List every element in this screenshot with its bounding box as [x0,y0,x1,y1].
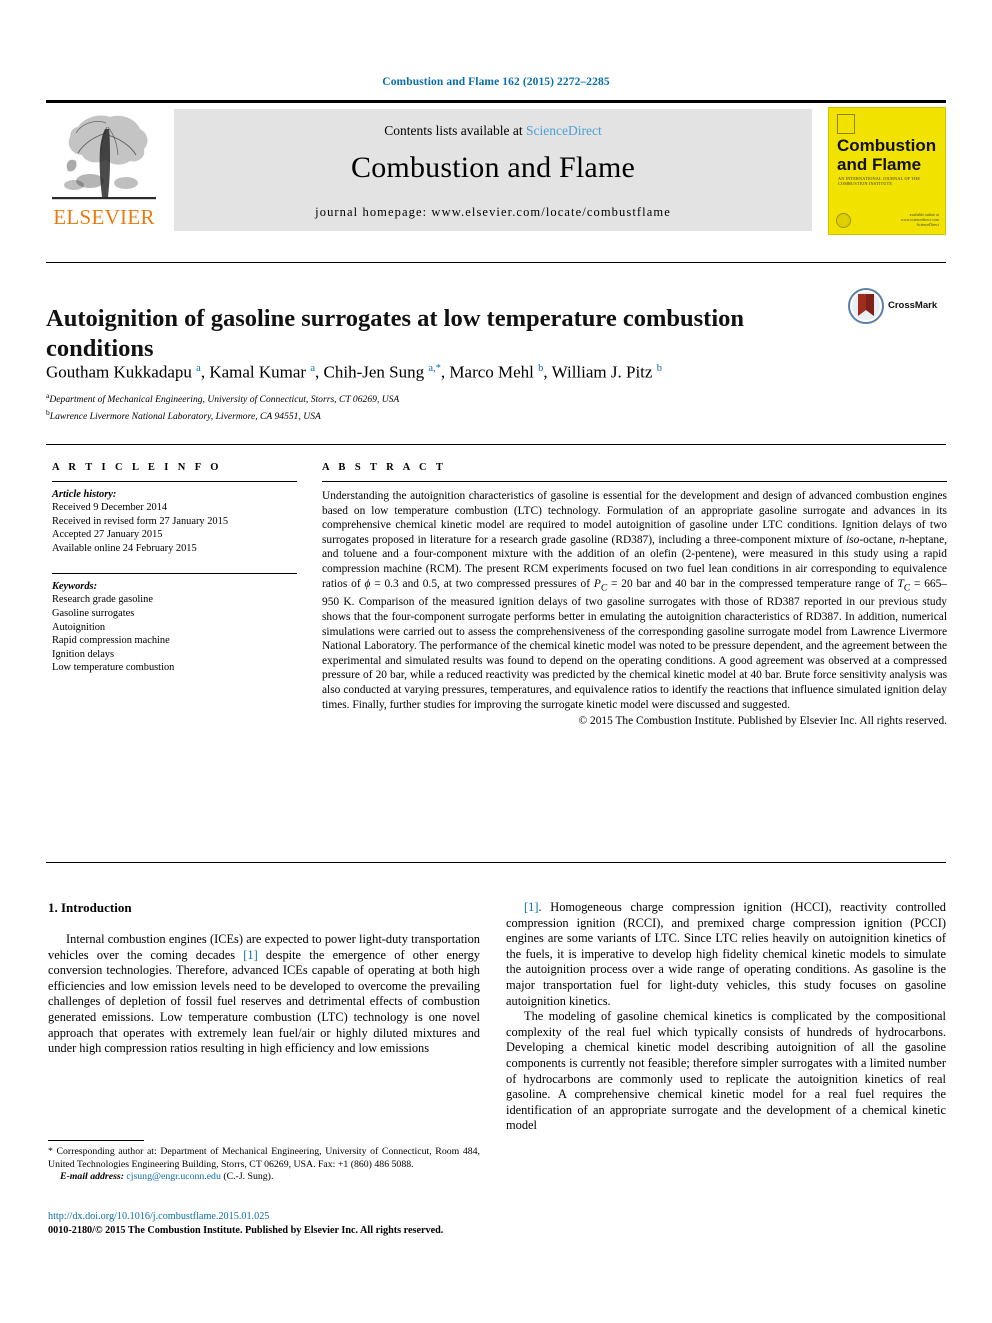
cover-elsevier-mark-icon [837,114,855,134]
journal-title: Combustion and Flame [351,151,635,184]
contents-line: Contents lists available at ScienceDirec… [174,123,812,139]
affiliation-a: aDepartment of Mechanical Engineering, U… [46,391,400,406]
panel-bottom-divider [46,862,946,863]
panel-top-divider [46,444,946,445]
cover-title-line1: Combustion [837,136,937,155]
title-divider [46,262,946,263]
issn-copyright: 0010-2180/© 2015 The Combustion Institut… [48,1224,444,1236]
cover-title: Combustion and Flame [837,136,936,174]
cover-footer: available online at www.sciencedirect.co… [900,212,939,227]
affiliations: aDepartment of Mechanical Engineering, U… [46,390,936,423]
paragraph: [1]. Homogeneous charge compression igni… [506,900,946,1008]
article-info-rule [52,481,297,482]
paragraph: Internal combustion engines (ICEs) are e… [48,932,480,1056]
journal-masthead: ELSEVIER Contents lists available at Sci… [46,100,946,235]
list-item: Available online 24 February 2015 [52,542,197,554]
list-item: Low temperature combustion [52,662,175,674]
list-item: Gasoline surrogates [52,607,135,619]
footnote-block: * Corresponding author at: Department of… [48,1146,480,1184]
abstract-copyright: © 2015 The Combustion Institute. Publish… [578,715,947,728]
body-column-left: 1. Introduction Internal combustion engi… [48,900,480,1057]
body-column-right: [1]. Homogeneous charge compression igni… [506,900,946,1134]
article-info-column: A R T I C L E I N F O Article history: R… [52,462,297,675]
abstract-text: Understanding the autoignition character… [322,490,947,711]
list-item: Received 9 December 2014 [52,502,168,513]
list-item: Accepted 27 January 2015 [52,529,163,541]
cover-title-line2: and Flame [837,155,922,174]
abstract-column: A B S T R A C T Understanding the autoig… [322,462,947,729]
keywords-label: Keywords: [52,581,98,593]
paragraph: The modeling of gasoline chemical kineti… [506,1009,946,1133]
journal-homepage[interactable]: journal homepage: www.elsevier.com/locat… [174,205,812,220]
footnote-divider [48,1140,144,1141]
crossmark-label: CrossMark [888,300,938,311]
crossmark-badge[interactable]: CrossMark [848,288,948,328]
page-title: Autoignition of gasoline surrogates at l… [46,305,744,363]
list-item: Research grade gasoline [52,594,153,606]
affiliation-b: bLawrence Livermore National Laboratory,… [46,407,321,422]
article-page: Combustion and Flame 162 (2015) 2272–228… [0,0,992,1323]
list-item: Received in revised form 27 January 2015 [52,515,229,527]
email-owner: (C.-J. Sung). [223,1171,274,1183]
doi-link[interactable]: http://dx.doi.org/10.1016/j.combustflame… [48,1210,588,1224]
article-history-label: Article history: [52,489,117,500]
section-heading-introduction: 1. Introduction [48,900,132,915]
article-history-list: Received 9 December 2014 Received in rev… [52,501,297,555]
cover-subtitle: AN INTERNATIONAL JOURNAL OF THE COMBUSTI… [838,176,921,186]
keywords-rule [52,573,297,575]
email-note: E-mail address: cjsung@engr.uconn.edu (C… [48,1171,480,1184]
crossmark-icon [848,288,884,324]
elsevier-wordmark: ELSEVIER [53,205,155,229]
abstract-heading: A B S T R A C T [322,462,447,473]
list-item: Autoignition [52,621,106,633]
journal-cover-thumbnail: Combustion and Flame AN INTERNATIONAL JO… [828,107,946,235]
doi-block: http://dx.doi.org/10.1016/j.combustflame… [48,1210,588,1237]
running-head: Combustion and Flame 162 (2015) 2272–228… [382,76,610,88]
masthead-band: Contents lists available at ScienceDirec… [174,109,812,231]
author-list: Goutham Kukkadapu a, Kamal Kumar a, Chih… [46,362,662,382]
contents-prefix: Contents lists available at [384,123,526,138]
article-info-heading: A R T I C L E I N F O [52,462,222,473]
keywords-list: Research grade gasoline Gasoline surroga… [52,593,297,675]
abstract-rule [322,481,947,482]
list-item: Rapid compression machine [52,635,170,647]
corresponding-author-note: * Corresponding author at: Department of… [48,1146,480,1170]
email-link[interactable]: cjsung@engr.uconn.edu [126,1171,220,1182]
elsevier-tree-icon [52,115,156,200]
elsevier-logo: ELSEVIER [48,109,160,231]
list-item: Ignition delays [52,648,115,660]
cover-badge-icon [836,213,851,228]
email-label: E-mail address: [60,1171,124,1183]
sciencedirect-link[interactable]: ScienceDirect [526,123,602,138]
